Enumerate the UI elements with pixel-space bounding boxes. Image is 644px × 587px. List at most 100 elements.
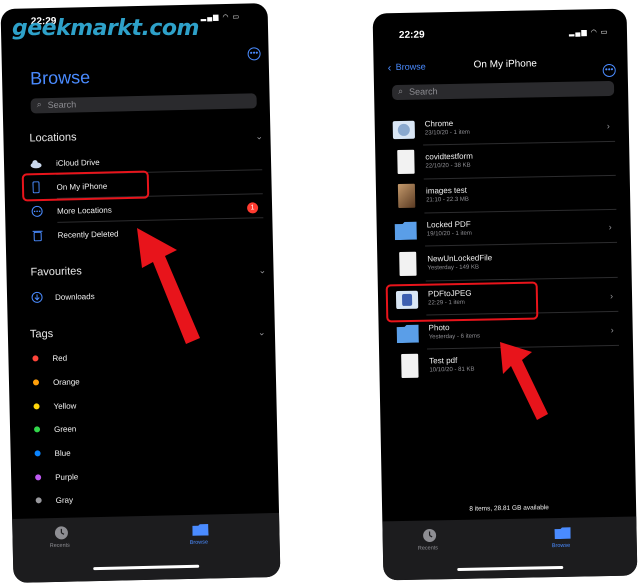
notification-badge: 1 — [246, 202, 259, 214]
file-meta: 21:10 - 22.3 MB — [426, 196, 469, 204]
tag-dot — [34, 450, 41, 457]
search-icon: ⌕ — [36, 99, 42, 110]
tag-dot — [35, 474, 42, 481]
home-indicator — [93, 564, 200, 571]
file-name: Photo — [428, 323, 450, 333]
search-placeholder: Search — [47, 99, 77, 111]
chevron-left-icon: ‹ — [387, 62, 392, 75]
file-row-chrome[interactable]: Chrome 23/10/20 - 1 item › — [389, 113, 615, 143]
tag-label: Orange — [52, 377, 80, 388]
document-thumbnail-icon — [399, 251, 417, 277]
clock-icon — [54, 526, 68, 540]
folder-icon — [396, 324, 419, 344]
chevron-right-icon: › — [606, 120, 610, 132]
more-options-button[interactable]: ••• — [247, 47, 261, 61]
favourites-header: Favourites — [30, 265, 82, 279]
ellipsis-circle-icon — [31, 205, 43, 217]
tags-header: Tags — [29, 327, 54, 341]
file-meta: 10/10/20 - 81 KB — [429, 366, 475, 374]
status-icons: ▂▄▆ ◠ ▭ — [200, 13, 241, 22]
back-label: Browse — [395, 61, 426, 73]
storage-footer: 8 items, 28.81 GB available — [469, 504, 549, 513]
tab-recents[interactable]: Recents — [42, 525, 83, 556]
tag-purple[interactable]: Purple — [29, 464, 265, 487]
red-arrow-icon — [137, 228, 200, 344]
chevron-right-icon: › — [610, 324, 614, 335]
folder-icon — [192, 524, 209, 536]
home-indicator — [457, 565, 564, 571]
page-title: On My iPhone — [473, 58, 538, 71]
document-thumbnail-icon — [401, 353, 419, 379]
file-name: Test pdf — [429, 355, 458, 366]
tag-label: Blue — [54, 448, 71, 458]
file-name: images test — [425, 185, 467, 196]
tag-green[interactable]: Green — [28, 416, 264, 439]
tag-label: Yellow — [53, 401, 77, 412]
more-options-button[interactable]: ••• — [602, 63, 616, 78]
file-name: covidtestform — [425, 151, 474, 162]
watermark-logo: geekmarkt.com — [12, 16, 199, 41]
download-circle-icon — [31, 291, 43, 303]
tag-label: Red — [52, 353, 68, 364]
tag-dot — [33, 403, 40, 410]
tag-dot — [34, 426, 41, 433]
location-label: Recently Deleted — [57, 229, 119, 240]
tag-blue[interactable]: Blue — [28, 440, 264, 463]
tab-label: Browse — [551, 542, 571, 550]
image-thumbnail-icon — [397, 183, 416, 209]
file-name: NewUnLockedFile — [427, 253, 493, 264]
chrome-folder-icon — [392, 120, 415, 140]
file-row-locked-pdf[interactable]: Locked PDF 19/10/20 - 1 item › — [391, 214, 617, 244]
locations-header: Locations — [29, 131, 77, 145]
file-row-covidtestform[interactable]: covidtestform 22/10/20 - 38 KB — [389, 145, 615, 177]
tag-label: Green — [53, 424, 77, 434]
page-title: Browse — [29, 67, 91, 89]
file-meta: 19/10/20 - 1 item — [426, 230, 472, 238]
chevron-right-icon: › — [609, 290, 614, 301]
chevron-down-icon[interactable]: ⌄ — [258, 265, 266, 276]
search-icon: ⌕ — [397, 85, 404, 97]
tab-browse[interactable]: Browse — [542, 526, 583, 557]
tag-label: Purple — [55, 472, 79, 482]
file-row-images-test[interactable]: images test 21:10 - 22.3 MB — [390, 179, 616, 211]
file-row-newunlockedfile[interactable]: NewUnLockedFile Yesterday - 149 KB — [391, 247, 617, 279]
status-icons: ▂▄▆ ◠ ▭ — [568, 28, 609, 37]
tag-gray[interactable]: Gray — [29, 487, 265, 510]
highlight-box-on-my-iphone — [21, 170, 150, 202]
tag-yellow[interactable]: Yellow — [27, 393, 263, 416]
tag-dot — [35, 497, 42, 504]
status-time: 22:29 — [398, 29, 425, 41]
tag-dot — [32, 355, 39, 362]
chevron-down-icon[interactable]: ⌄ — [258, 327, 266, 338]
location-label: More Locations — [57, 205, 112, 216]
chevron-right-icon: › — [608, 221, 612, 232]
tag-orange[interactable]: Orange — [27, 369, 263, 392]
back-button[interactable]: ‹ Browse — [387, 57, 426, 75]
document-thumbnail-icon — [397, 149, 415, 175]
tab-browse[interactable]: Browse — [180, 522, 221, 553]
folder-icon — [394, 221, 417, 241]
search-input[interactable]: ⌕ Search — [391, 80, 615, 101]
file-name: Chrome — [424, 118, 454, 129]
file-meta: Yesterday - 6 items — [428, 333, 480, 341]
location-label: iCloud Drive — [55, 157, 100, 168]
file-meta: Yesterday - 149 KB — [427, 264, 480, 272]
red-arrow-icon — [500, 342, 548, 420]
search-placeholder: Search — [408, 86, 438, 97]
tab-bar: Recents Browse — [382, 516, 638, 581]
tag-label: Gray — [55, 495, 74, 505]
highlight-box-pdftojpeg — [385, 281, 539, 323]
search-input[interactable]: ⌕ Search — [30, 93, 257, 114]
trash-icon — [32, 230, 43, 242]
clock-icon — [423, 528, 437, 542]
file-meta: 23/10/20 - 1 item — [424, 129, 470, 137]
tab-label: Recents — [49, 542, 70, 550]
file-meta: 22/10/20 - 38 KB — [425, 162, 471, 170]
tab-recents[interactable]: Recents — [410, 528, 451, 559]
chevron-down-icon[interactable]: ⌄ — [255, 131, 263, 142]
favourite-label: Downloads — [54, 292, 95, 302]
folder-icon — [554, 527, 571, 540]
tab-bar: Recents Browse — [12, 512, 281, 583]
cloud-icon — [30, 160, 42, 169]
tab-label: Browse — [189, 539, 209, 546]
